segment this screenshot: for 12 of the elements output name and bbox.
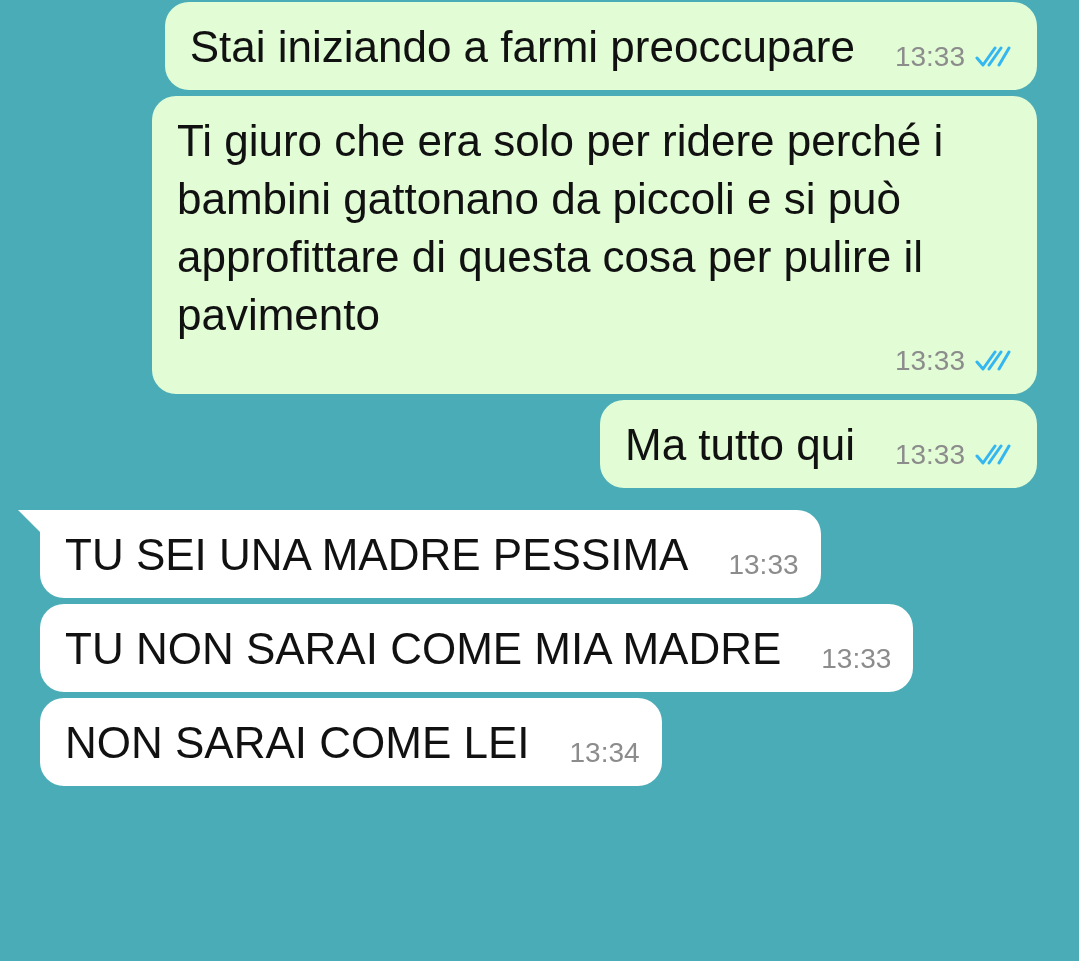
message-text: Ti giuro che era solo per ridere perché i bambini gattonano da piccoli e si può approfittare di questa cosa per pulire il pavimento	[177, 115, 945, 341]
message-text: Ma tutto qui	[625, 419, 855, 471]
message-time: 13:33	[821, 642, 892, 676]
message-time: 13:33	[728, 548, 799, 582]
message-time: 13:34	[569, 736, 640, 770]
message-text: TU NON SARAI COME MIA MADRE	[65, 623, 782, 675]
message-text: NON SARAI COME LEI	[65, 717, 530, 769]
message-text: Stai iniziando a farmi preoccupare	[189, 21, 855, 73]
message-time: 13:33	[894, 438, 965, 472]
message-time: 13:33	[894, 40, 965, 74]
message-text: TU SEI UNA MADRE PESSIMA	[65, 529, 689, 581]
message-time: 13:33	[894, 344, 965, 378]
